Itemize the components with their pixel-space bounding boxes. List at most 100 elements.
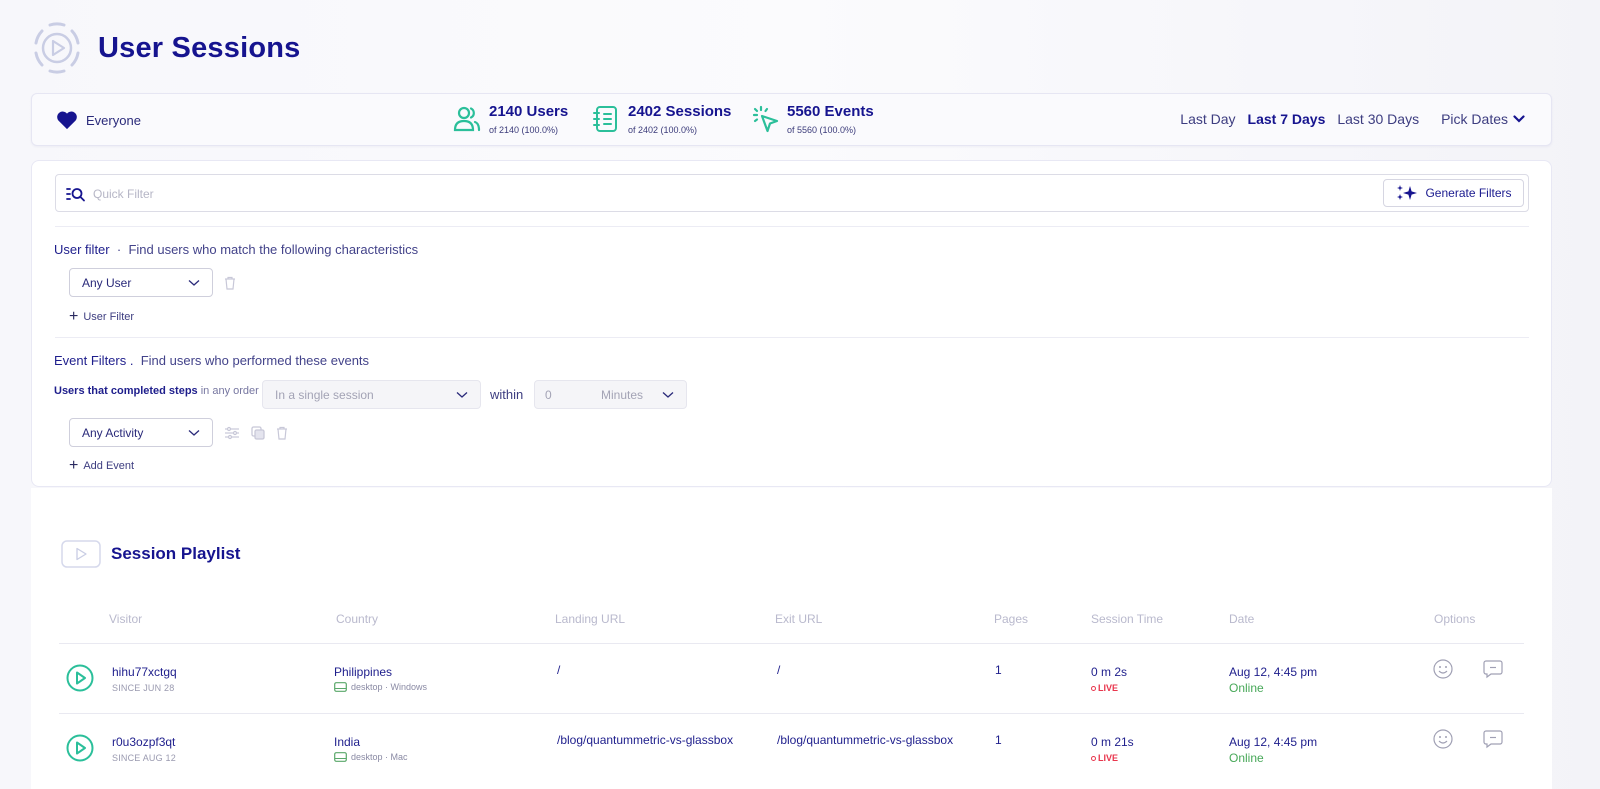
steps-label: Users that completed steps in any order (54, 385, 259, 397)
pages-count: 1 (995, 733, 1002, 747)
add-event-button[interactable]: + Add Event (69, 457, 134, 475)
live-dot-icon (1091, 685, 1096, 691)
stat-users: 2140 Users of 2140 (100.0%) (453, 103, 568, 135)
visitor-since: SINCE AUG 12 (112, 753, 176, 763)
trash-icon[interactable] (222, 275, 238, 291)
divider (55, 226, 1529, 227)
visitor-id[interactable]: r0u3ozpf3qt (112, 735, 175, 749)
exit-url[interactable]: /blog/quantummetric-vs-glassbox (777, 733, 953, 747)
live-badge: LIVE (1091, 683, 1118, 693)
session-date: Aug 12, 4:45 pm (1229, 735, 1318, 749)
plus-icon: + (69, 308, 79, 325)
column-header-date[interactable]: Date (1229, 612, 1254, 626)
user-filter-description: Find users who match the following chara… (128, 242, 419, 257)
sliders-icon[interactable] (224, 425, 240, 441)
notebook-icon (593, 106, 617, 132)
page-title: User Sessions (98, 31, 301, 64)
users-count: 2140 Users (489, 103, 569, 120)
landing-url[interactable]: / (557, 663, 560, 677)
play-circle-icon (34, 22, 80, 74)
segment-label: Everyone (86, 112, 141, 128)
session-time: 0 m 21s (1091, 735, 1134, 749)
add-user-filter-label: User Filter (83, 311, 135, 323)
sessions-sub: of 2402 (100.0%) (628, 125, 698, 135)
pages-count: 1 (995, 663, 1002, 677)
sessions-count: 2402 Sessions (628, 103, 732, 120)
quick-filter-bar: Generate Filters (55, 174, 1529, 212)
event-filter-description: Find users who performed these events (140, 353, 370, 368)
heart-icon (57, 111, 77, 130)
chevron-down-icon (188, 279, 200, 286)
session-scope-value: In a single session (275, 387, 374, 402)
copy-icon[interactable] (250, 425, 266, 441)
users-icon (453, 106, 481, 132)
steps-label-text: Users that completed steps (54, 385, 198, 397)
event-filter-heading: Event Filters . Find users who performed… (54, 353, 369, 368)
event-steps-row: Users that completed steps in any order (54, 385, 259, 397)
playlist-header: Session Playlist (61, 540, 240, 568)
playlist-title: Session Playlist (111, 544, 241, 563)
quick-filter-input[interactable] (93, 184, 1293, 204)
filter-panel: Generate Filters User filter · Find user… (31, 160, 1552, 487)
order-label[interactable]: in any order (201, 385, 259, 397)
column-header-exit-url[interactable]: Exit URL (775, 612, 822, 626)
page-header: User Sessions (30, 20, 301, 76)
column-header-options: Options (1434, 612, 1476, 626)
country: India (334, 735, 361, 749)
exit-url[interactable]: / (777, 663, 780, 677)
stats-bar: Everyone 2140 Users of 2140 (100.0%) 240… (31, 93, 1552, 146)
range-last-day[interactable]: Last Day (1180, 111, 1235, 127)
landing-url[interactable]: /blog/quantummetric-vs-glassbox (557, 733, 733, 747)
visitor-id[interactable]: hihu77xctgq (112, 665, 177, 679)
user-type-select[interactable]: Any User (69, 268, 213, 297)
live-badge: LIVE (1091, 753, 1118, 763)
event-filter-title: Event Filters . (54, 353, 134, 368)
play-session-icon[interactable] (66, 734, 94, 762)
device-text: desktop · Mac (351, 752, 408, 762)
live-label: LIVE (1098, 753, 1119, 763)
segment-selector[interactable]: Everyone (56, 110, 141, 130)
column-header-landing-url[interactable]: Landing URL (555, 612, 625, 626)
divider (55, 337, 1529, 338)
smiley-icon[interactable] (1432, 728, 1454, 750)
user-filter-title: User filter (54, 242, 110, 257)
play-session-icon[interactable] (66, 664, 94, 692)
session-playlist: Session Playlist Visitor Country Landing… (31, 488, 1552, 789)
session-scope-select[interactable]: In a single session (262, 380, 481, 409)
plus-icon: + (69, 457, 79, 474)
date-range-selector: Last Day Last 7 Days Last 30 Days Pick D… (1168, 111, 1525, 127)
column-header-visitor[interactable]: Visitor (109, 612, 142, 626)
comment-icon[interactable] (1482, 658, 1504, 680)
events-count: 5560 Events (787, 103, 874, 120)
smiley-icon[interactable] (1432, 658, 1454, 680)
range-last-30-days[interactable]: Last 30 Days (1337, 111, 1419, 127)
within-unit-value: Minutes (601, 387, 644, 402)
filter-search-icon (66, 188, 85, 202)
column-header-session-time[interactable]: Session Time (1091, 612, 1163, 626)
range-last-7-days[interactable]: Last 7 Days (1248, 111, 1326, 127)
activity-select[interactable]: Any Activity (69, 418, 213, 447)
comment-icon[interactable] (1482, 728, 1504, 750)
live-label: LIVE (1098, 683, 1119, 693)
user-filter-heading: User filter · Find users who match the f… (54, 242, 418, 257)
desktop-icon (334, 682, 347, 692)
row-divider (59, 713, 1524, 714)
add-user-filter-button[interactable]: + User Filter (69, 308, 134, 326)
device-info: desktop · Mac (334, 752, 408, 762)
play-icon (61, 540, 101, 568)
column-header-country[interactable]: Country (336, 612, 378, 626)
chevron-down-icon (188, 429, 200, 436)
column-header-pages[interactable]: Pages (994, 612, 1028, 626)
activity-value: Any Activity (82, 425, 144, 440)
user-filter-separator: · (116, 242, 122, 257)
trash-icon[interactable] (274, 425, 290, 441)
generate-filters-button[interactable]: Generate Filters (1383, 179, 1524, 207)
live-dot-icon (1091, 755, 1096, 761)
within-duration-field[interactable]: 0 Minutes (534, 380, 687, 409)
stat-events: 5560 Events of 5560 (100.0%) (751, 103, 874, 135)
row-divider (59, 643, 1524, 644)
within-label: within (490, 387, 524, 402)
pick-dates-button[interactable]: Pick Dates (1441, 111, 1525, 127)
country: Philippines (334, 665, 393, 679)
within-value[interactable]: 0 (545, 388, 601, 402)
